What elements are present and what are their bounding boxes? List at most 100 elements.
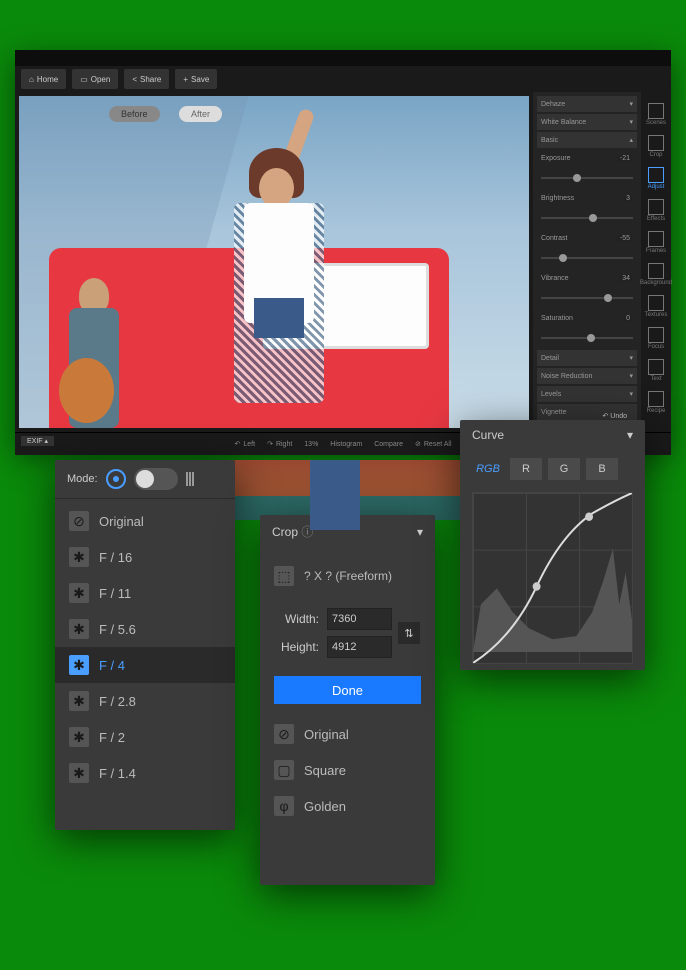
- tool-adjust[interactable]: Adjust: [641, 162, 671, 194]
- aperture-item[interactable]: ⊘Original: [55, 503, 235, 539]
- mode-bar: Mode:: [55, 460, 235, 499]
- zoom-display[interactable]: 13%: [304, 441, 318, 448]
- save-button[interactable]: + Save: [175, 69, 217, 89]
- crop-icon: [648, 135, 664, 151]
- share-button[interactable]: < Share: [124, 69, 169, 89]
- aperture-icon: ✱: [69, 763, 89, 783]
- tool-frames[interactable]: Frames: [641, 226, 671, 258]
- tool-scenes[interactable]: Scenes: [641, 98, 671, 130]
- ghost-legs: [310, 460, 360, 530]
- done-button[interactable]: Done: [274, 676, 421, 704]
- crop-preset-item[interactable]: ▢Square: [274, 752, 421, 788]
- swap-dimensions-button[interactable]: ⇅: [398, 622, 420, 644]
- tool-textures[interactable]: Textures: [641, 290, 671, 322]
- mode-radial-icon[interactable]: [106, 469, 126, 489]
- crop-presets-list: ⊘Original▢SquareφGolden: [274, 716, 421, 824]
- image-canvas[interactable]: Before After: [19, 96, 529, 428]
- curve-tab[interactable]: RGB: [472, 458, 504, 480]
- freeform-icon: ⬚: [274, 566, 294, 586]
- curve-panel: Curve▾ RGBRGB: [460, 420, 645, 670]
- aperture-item[interactable]: ✱F / 4: [55, 647, 235, 683]
- photo-person-dancing: [219, 128, 339, 428]
- curve-tab[interactable]: B: [586, 458, 618, 480]
- rotate-left-button[interactable]: ↶ Left: [235, 440, 256, 448]
- contrast-label-row: Contrast-55: [537, 230, 637, 246]
- aperture-item[interactable]: ✱F / 16: [55, 539, 235, 575]
- aperture-icon: ⊘: [69, 511, 89, 531]
- chevron-down-icon[interactable]: ▾: [417, 525, 423, 539]
- crop-preset-item[interactable]: φGolden: [274, 788, 421, 824]
- histogram-button[interactable]: Histogram: [330, 441, 362, 448]
- adjust-panel: Dehaze▾ White Balance▾ Basic▴ Exposure-2…: [533, 92, 641, 432]
- crop-panel: Crop ⓘ▾ ⬚? X ? (Freeform) Width: Height:…: [260, 515, 435, 885]
- aperture-icon: ✱: [69, 547, 89, 567]
- wb-row[interactable]: White Balance▾: [537, 114, 637, 130]
- open-button[interactable]: ▭ Open: [72, 69, 118, 89]
- text-icon: [648, 359, 664, 375]
- adjust-icon: [648, 167, 664, 183]
- aperture-list: ⊘Original✱F / 16✱F / 11✱F / 5.6✱F / 4✱F …: [55, 499, 235, 795]
- width-input[interactable]: [327, 608, 392, 630]
- curve-tab[interactable]: G: [548, 458, 580, 480]
- contrast-slider[interactable]: [537, 248, 637, 268]
- dehaze-row[interactable]: Dehaze▾: [537, 96, 637, 112]
- vibrance-label-row: Vibrance34: [537, 270, 637, 286]
- main-toolbar: ⌂ Home ▭ Open < Share + Save: [15, 66, 671, 92]
- basic-row[interactable]: Basic▴: [537, 132, 637, 148]
- crop-freeform[interactable]: ⬚? X ? (Freeform): [274, 558, 421, 594]
- chevron-down-icon[interactable]: ▾: [627, 428, 633, 442]
- crop-preset-item[interactable]: ⊘Original: [274, 716, 421, 752]
- tool-focus[interactable]: Focus: [641, 322, 671, 354]
- curve-tab[interactable]: R: [510, 458, 542, 480]
- saturation-slider[interactable]: [537, 328, 637, 348]
- background-icon: [648, 263, 664, 279]
- home-label: Home: [37, 75, 58, 84]
- mode-toggle[interactable]: [134, 468, 178, 490]
- width-label: Width:: [274, 612, 319, 626]
- aperture-item[interactable]: ✱F / 11: [55, 575, 235, 611]
- tool-crop[interactable]: Crop: [641, 130, 671, 162]
- noise-row[interactable]: Noise Reduction▾: [537, 368, 637, 384]
- aperture-icon: ✱: [69, 619, 89, 639]
- brightness-label-row: Brightness3: [537, 190, 637, 206]
- tool-background[interactable]: Background: [641, 258, 671, 290]
- brightness-slider[interactable]: [537, 208, 637, 228]
- open-label: Open: [91, 75, 111, 84]
- vibrance-slider[interactable]: [537, 288, 637, 308]
- aperture-item[interactable]: ✱F / 5.6: [55, 611, 235, 647]
- effects-icon: [648, 199, 664, 215]
- editor-content: Before After Dehaze▾ White Balance▾ Basi…: [15, 92, 671, 432]
- aperture-item[interactable]: ✱F / 2: [55, 719, 235, 755]
- levels-row[interactable]: Levels▾: [537, 386, 637, 402]
- exif-button[interactable]: EXIF ▴: [21, 436, 54, 446]
- aperture-item[interactable]: ✱F / 1.4: [55, 755, 235, 791]
- aperture-icon: ✱: [69, 691, 89, 711]
- aperture-icon: ✱: [69, 727, 89, 747]
- window-titlebar: [15, 50, 671, 66]
- home-button[interactable]: ⌂ Home: [21, 69, 66, 89]
- scenes-icon: [648, 103, 664, 119]
- rotate-right-button[interactable]: ↷ Right: [267, 440, 292, 448]
- recipe-icon: [648, 391, 664, 407]
- exposure-value: -21: [617, 155, 633, 162]
- height-input[interactable]: [327, 636, 392, 658]
- tool-text[interactable]: Text: [641, 354, 671, 386]
- exposure-label-row: Exposure-21: [537, 150, 637, 166]
- reset-button[interactable]: ⊘ Reset All: [415, 440, 452, 448]
- tool-recipe[interactable]: Recipe: [641, 386, 671, 418]
- vibrance-value: 34: [619, 275, 633, 282]
- aperture-item[interactable]: ✱F / 2.8: [55, 683, 235, 719]
- mode-linear-icon[interactable]: [186, 472, 194, 486]
- tool-strip: Scenes Crop Adjust Effects Frames Backgr…: [641, 92, 671, 432]
- before-badge: Before: [109, 106, 160, 122]
- share-label: Share: [140, 75, 161, 84]
- aperture-icon: ✱: [69, 655, 89, 675]
- height-label: Height:: [274, 640, 319, 654]
- compare-button[interactable]: Compare: [374, 441, 403, 448]
- contrast-value: -55: [617, 235, 633, 242]
- detail-row[interactable]: Detail▾: [537, 350, 637, 366]
- tool-effects[interactable]: Effects: [641, 194, 671, 226]
- preset-icon: φ: [274, 796, 294, 816]
- curve-editor[interactable]: [472, 492, 633, 664]
- exposure-slider[interactable]: [537, 168, 637, 188]
